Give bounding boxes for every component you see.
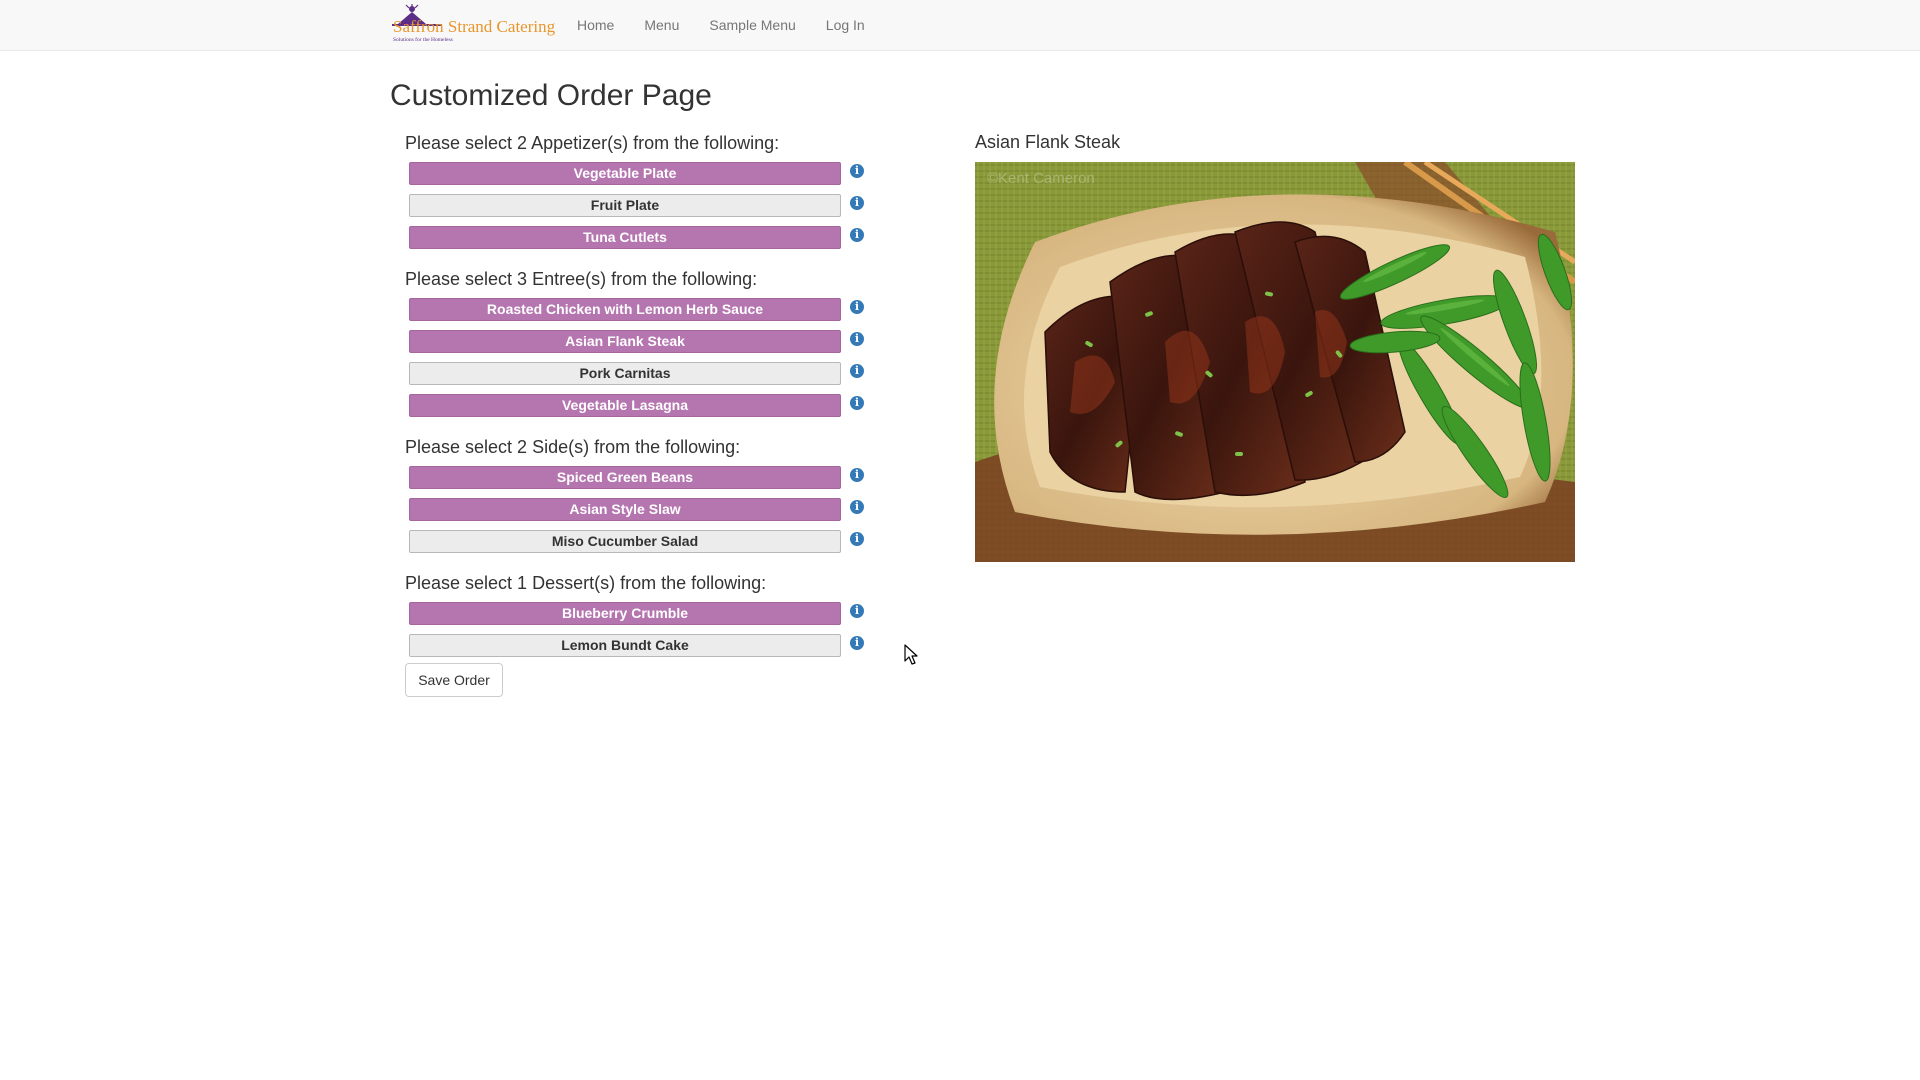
menu-item-button[interactable]: Fruit Plate	[409, 194, 841, 217]
menu-item-button[interactable]: Vegetable Plate	[409, 162, 841, 185]
category-heading: Please select 2 Side(s) from the followi…	[405, 437, 741, 457]
brand-tagline: Solutions for the Homeless	[393, 36, 453, 43]
save-order-button[interactable]: Save Order	[405, 663, 503, 697]
list-item: Lemon Bundt Cake i	[405, 632, 875, 664]
brand-logo[interactable]: Saffron Strand Catering Solutions for th…	[392, 4, 560, 46]
list-item: Spiced Green Beans i	[405, 464, 875, 496]
info-icon[interactable]: i	[850, 228, 864, 242]
menu-item-button[interactable]: Miso Cucumber Salad	[409, 530, 841, 553]
page-title: Customized Order Page	[390, 79, 712, 112]
main-nav: Home Menu Sample Menu Log In	[562, 0, 880, 50]
menu-item-button[interactable]: Tuna Cutlets	[409, 226, 841, 249]
info-icon[interactable]: i	[850, 636, 864, 650]
info-icon[interactable]: i	[850, 396, 864, 410]
category-heading: Please select 1 Dessert(s) from the foll…	[405, 573, 767, 593]
nav-home[interactable]: Home	[562, 0, 629, 50]
info-icon[interactable]: i	[850, 532, 864, 546]
photo-watermark: ©Kent Cameron	[987, 170, 1095, 187]
item-list: Spiced Green Beans i Asian Style Slaw i …	[405, 464, 875, 560]
info-icon[interactable]: i	[850, 164, 864, 178]
list-item: Asian Flank Steak i	[405, 328, 875, 360]
menu-item-button[interactable]: Lemon Bundt Cake	[409, 634, 841, 657]
menu-item-button[interactable]: Pork Carnitas	[409, 362, 841, 385]
menu-item-button[interactable]: Asian Flank Steak	[409, 330, 841, 353]
menu-item-button[interactable]: Roasted Chicken with Lemon Herb Sauce	[409, 298, 841, 321]
menu-item-button[interactable]: Vegetable Lasagna	[409, 394, 841, 417]
list-item: Roasted Chicken with Lemon Herb Sauce i	[405, 296, 875, 328]
nav-sample-menu[interactable]: Sample Menu	[694, 0, 810, 50]
category-heading: Please select 2 Appetizer(s) from the fo…	[405, 133, 780, 153]
list-item: Fruit Plate i	[405, 192, 875, 224]
preview-title: Asian Flank Steak	[975, 132, 1121, 152]
info-icon[interactable]: i	[850, 300, 864, 314]
category-desserts: Please select 1 Dessert(s) from the foll…	[405, 568, 875, 664]
info-icon[interactable]: i	[850, 468, 864, 482]
nav-log-in[interactable]: Log In	[811, 0, 880, 50]
menu-item-button[interactable]: Blueberry Crumble	[409, 602, 841, 625]
order-form: Please select 2 Appetizer(s) from the fo…	[405, 128, 875, 672]
category-sides: Please select 2 Side(s) from the followi…	[405, 432, 875, 560]
list-item: Vegetable Plate i	[405, 160, 875, 192]
list-item: Blueberry Crumble i	[405, 600, 875, 632]
info-icon[interactable]: i	[850, 604, 864, 618]
list-item: Vegetable Lasagna i	[405, 392, 875, 424]
list-item: Miso Cucumber Salad i	[405, 528, 875, 560]
navbar: Saffron Strand Catering Solutions for th…	[0, 0, 1920, 51]
info-icon[interactable]: i	[850, 196, 864, 210]
list-item: Tuna Cutlets i	[405, 224, 875, 256]
menu-item-button[interactable]: Asian Style Slaw	[409, 498, 841, 521]
info-icon[interactable]: i	[850, 364, 864, 378]
mouse-cursor-icon	[904, 644, 918, 665]
list-item: Pork Carnitas i	[405, 360, 875, 392]
item-list: Blueberry Crumble i Lemon Bundt Cake i	[405, 600, 875, 664]
menu-item-button[interactable]: Spiced Green Beans	[409, 466, 841, 489]
item-list: Roasted Chicken with Lemon Herb Sauce i …	[405, 296, 875, 424]
category-heading: Please select 3 Entree(s) from the follo…	[405, 269, 758, 289]
dish-photo: ©Kent Cameron	[975, 162, 1575, 562]
brand-name: Saffron Strand Catering	[393, 17, 556, 36]
item-list: Vegetable Plate i Fruit Plate i Tuna Cut…	[405, 160, 875, 256]
category-appetizers: Please select 2 Appetizer(s) from the fo…	[405, 128, 875, 256]
info-icon[interactable]: i	[850, 332, 864, 346]
category-entrees: Please select 3 Entree(s) from the follo…	[405, 264, 875, 424]
list-item: Asian Style Slaw i	[405, 496, 875, 528]
info-icon[interactable]: i	[850, 500, 864, 514]
nav-menu[interactable]: Menu	[629, 0, 694, 50]
